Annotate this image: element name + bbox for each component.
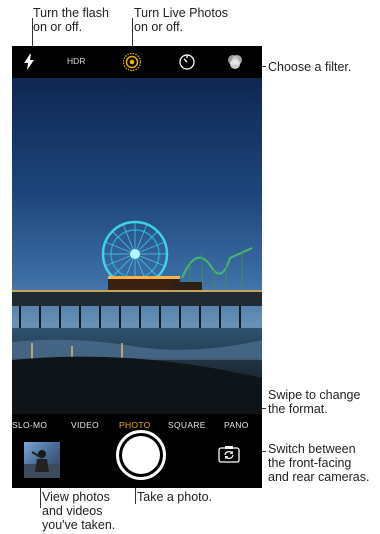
shutter-button[interactable] bbox=[116, 430, 166, 480]
callout-flash: Turn the flash on or off. bbox=[33, 6, 109, 34]
callout-live-photos: Turn Live Photos on or off. bbox=[134, 6, 229, 34]
mode-square[interactable]: SQUARE bbox=[168, 420, 206, 430]
callout-take-photo: Take a photo. bbox=[137, 490, 213, 504]
callout-library: View photos and videos you've taken. bbox=[42, 490, 116, 532]
person-photo-image bbox=[24, 450, 60, 478]
live-photos-icon[interactable] bbox=[122, 52, 142, 77]
viewfinder[interactable] bbox=[12, 78, 262, 414]
callout-switch-camera: Switch between the front-facing and rear… bbox=[268, 442, 370, 484]
camera-screen: HDR SLO-MO VIDEO PHOTO SQUARE PANO bbox=[12, 46, 262, 488]
mode-video[interactable]: VIDEO bbox=[71, 420, 99, 430]
mode-slo-mo[interactable]: SLO-MO bbox=[12, 420, 47, 430]
timer-icon[interactable] bbox=[178, 53, 196, 76]
shutter-button-inner bbox=[122, 436, 160, 474]
leader-line-take bbox=[135, 488, 136, 504]
mode-pano[interactable]: PANO bbox=[224, 420, 249, 430]
callout-format: Swipe to change the format. bbox=[268, 388, 361, 416]
photo-library-thumbnail[interactable] bbox=[24, 442, 60, 478]
camera-switch-icon[interactable] bbox=[218, 445, 240, 463]
filters-icon[interactable] bbox=[226, 54, 244, 75]
camera-controls bbox=[12, 430, 262, 488]
camera-top-bar: HDR bbox=[12, 46, 262, 78]
hdr-button[interactable]: HDR bbox=[67, 56, 85, 66]
pier-scene-image bbox=[12, 220, 262, 414]
flash-icon[interactable] bbox=[24, 54, 34, 75]
mode-photo[interactable]: PHOTO bbox=[119, 420, 151, 430]
callout-filter: Choose a filter. bbox=[268, 60, 352, 74]
